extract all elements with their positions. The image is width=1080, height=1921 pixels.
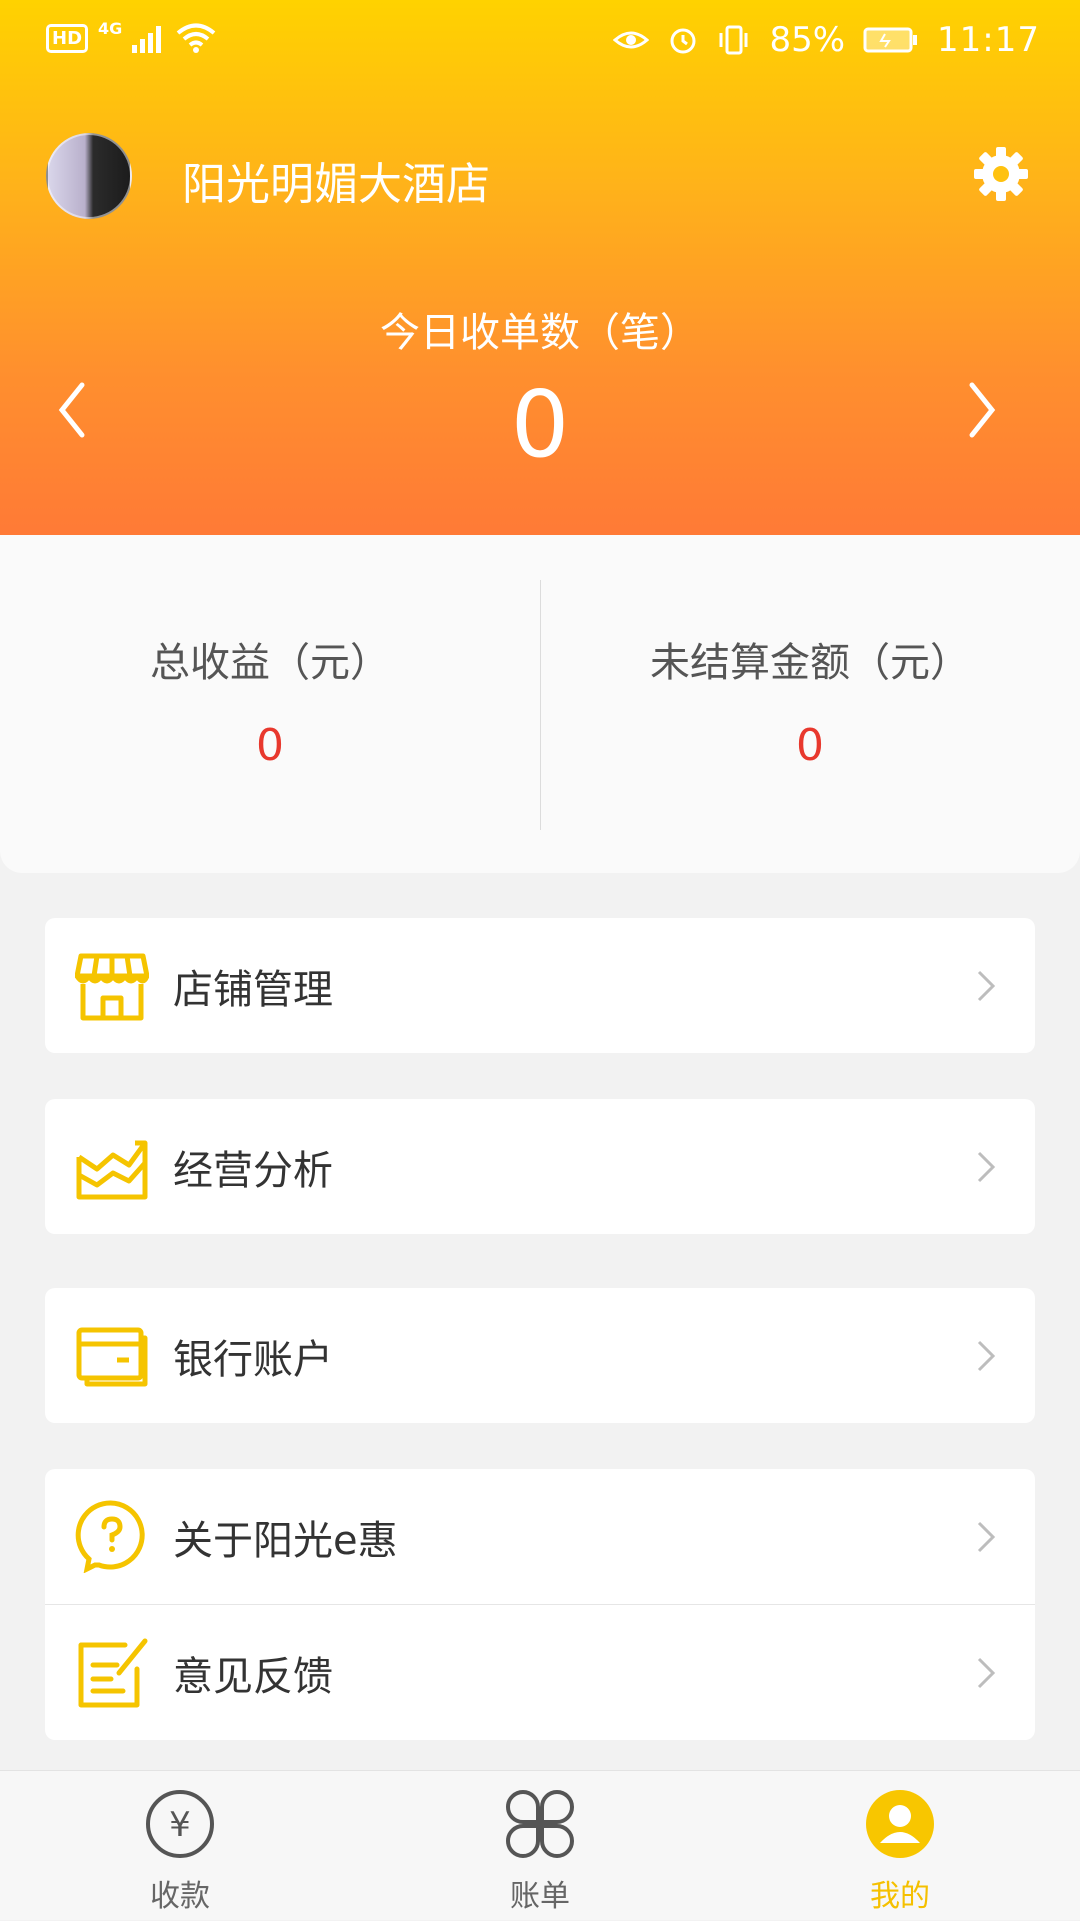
menu-card-misc: 关于阳光e惠 意见反馈 (45, 1469, 1035, 1740)
menu-item-feedback[interactable]: 意见反馈 (45, 1605, 1035, 1740)
total-income-value: 0 (256, 720, 284, 771)
tab-label-collect: 收款 (150, 1879, 210, 1914)
status-bar: HD 4G 85% 11:17 (0, 0, 1080, 85)
gear-icon[interactable] (972, 145, 1030, 203)
tab-bills[interactable]: 账单 (360, 1771, 720, 1921)
menu-item-business-analysis[interactable]: 经营分析 (45, 1099, 1035, 1234)
battery-icon (863, 27, 918, 53)
yuan-icon: ¥ (146, 1790, 214, 1858)
chevron-left-icon[interactable] (52, 375, 92, 445)
menu-item-bank-account[interactable]: 银行账户 (45, 1288, 1035, 1423)
income-summary: 总收益（元） 0 未结算金额（元） 0 (0, 535, 1080, 873)
network-type: 4G (98, 18, 123, 38)
hd-indicator: HD (46, 23, 89, 53)
unsettled-amount-value: 0 (796, 720, 824, 771)
wifi-icon (177, 23, 216, 53)
menu-label-bank-account: 银行账户 (173, 1336, 333, 1383)
wallet-icon (76, 1327, 148, 1387)
tab-label-bills: 账单 (510, 1879, 570, 1914)
question-circle-icon (75, 1500, 145, 1573)
store-icon (75, 953, 149, 1021)
chevron-right-icon[interactable] (962, 375, 1002, 445)
status-right: 85% 11:17 (613, 20, 1040, 60)
tab-label-mine: 我的 (870, 1879, 930, 1914)
menu-item-about[interactable]: 关于阳光e惠 (45, 1469, 1035, 1604)
battery-percent: 85% (769, 20, 846, 60)
menu-label-shop-manage: 店铺管理 (173, 966, 333, 1013)
chevron-right-icon (977, 1521, 996, 1553)
status-left: HD 4G (46, 18, 216, 54)
signal-icon (132, 26, 162, 53)
eye-icon (613, 31, 650, 49)
today-orders-label: 今日收单数（笔） (380, 310, 700, 356)
menu-label-about: 关于阳光e惠 (173, 1517, 398, 1564)
header-banner: HD 4G 85% 11:17 阳光明媚大酒店 今日收单数（笔） 0 (0, 0, 1080, 535)
menu-item-shop-manage[interactable]: 店铺管理 (45, 918, 1035, 1053)
bottom-tab-bar: ¥ 收款 账单 我的 (0, 1770, 1080, 1920)
menu-card-shop: 店铺管理 (45, 918, 1035, 1053)
menu-label-business-analysis: 经营分析 (173, 1147, 333, 1194)
today-orders-value: 0 (510, 371, 570, 478)
chevron-right-icon (977, 1657, 996, 1689)
total-income: 总收益（元） 0 (0, 535, 540, 873)
chevron-right-icon (977, 970, 996, 1002)
chevron-right-icon (977, 1340, 996, 1372)
yuan-glyph: ¥ (169, 1805, 191, 1845)
alarm-icon (670, 28, 696, 54)
menu-card-analysis: 经营分析 (45, 1099, 1035, 1234)
total-income-label: 总收益（元） (150, 640, 390, 686)
avatar[interactable] (46, 133, 132, 219)
menu-card-bank: 银行账户 (45, 1288, 1035, 1423)
user-icon (866, 1790, 934, 1858)
edit-note-icon (78, 1638, 148, 1708)
menu-label-feedback: 意见反馈 (173, 1653, 333, 1700)
clock: 11:17 (937, 20, 1040, 60)
vibrate-icon (719, 25, 748, 55)
shop-name: 阳光明媚大酒店 (182, 159, 490, 210)
chart-trend-icon (76, 1140, 148, 1200)
tab-collect[interactable]: ¥ 收款 (0, 1771, 360, 1921)
unsettled-amount: 未结算金额（元） 0 (540, 535, 1080, 873)
chevron-right-icon (977, 1151, 996, 1183)
tab-mine[interactable]: 我的 (720, 1771, 1080, 1921)
unsettled-amount-label: 未结算金额（元） (650, 640, 970, 686)
clover-grid-icon (506, 1790, 574, 1858)
